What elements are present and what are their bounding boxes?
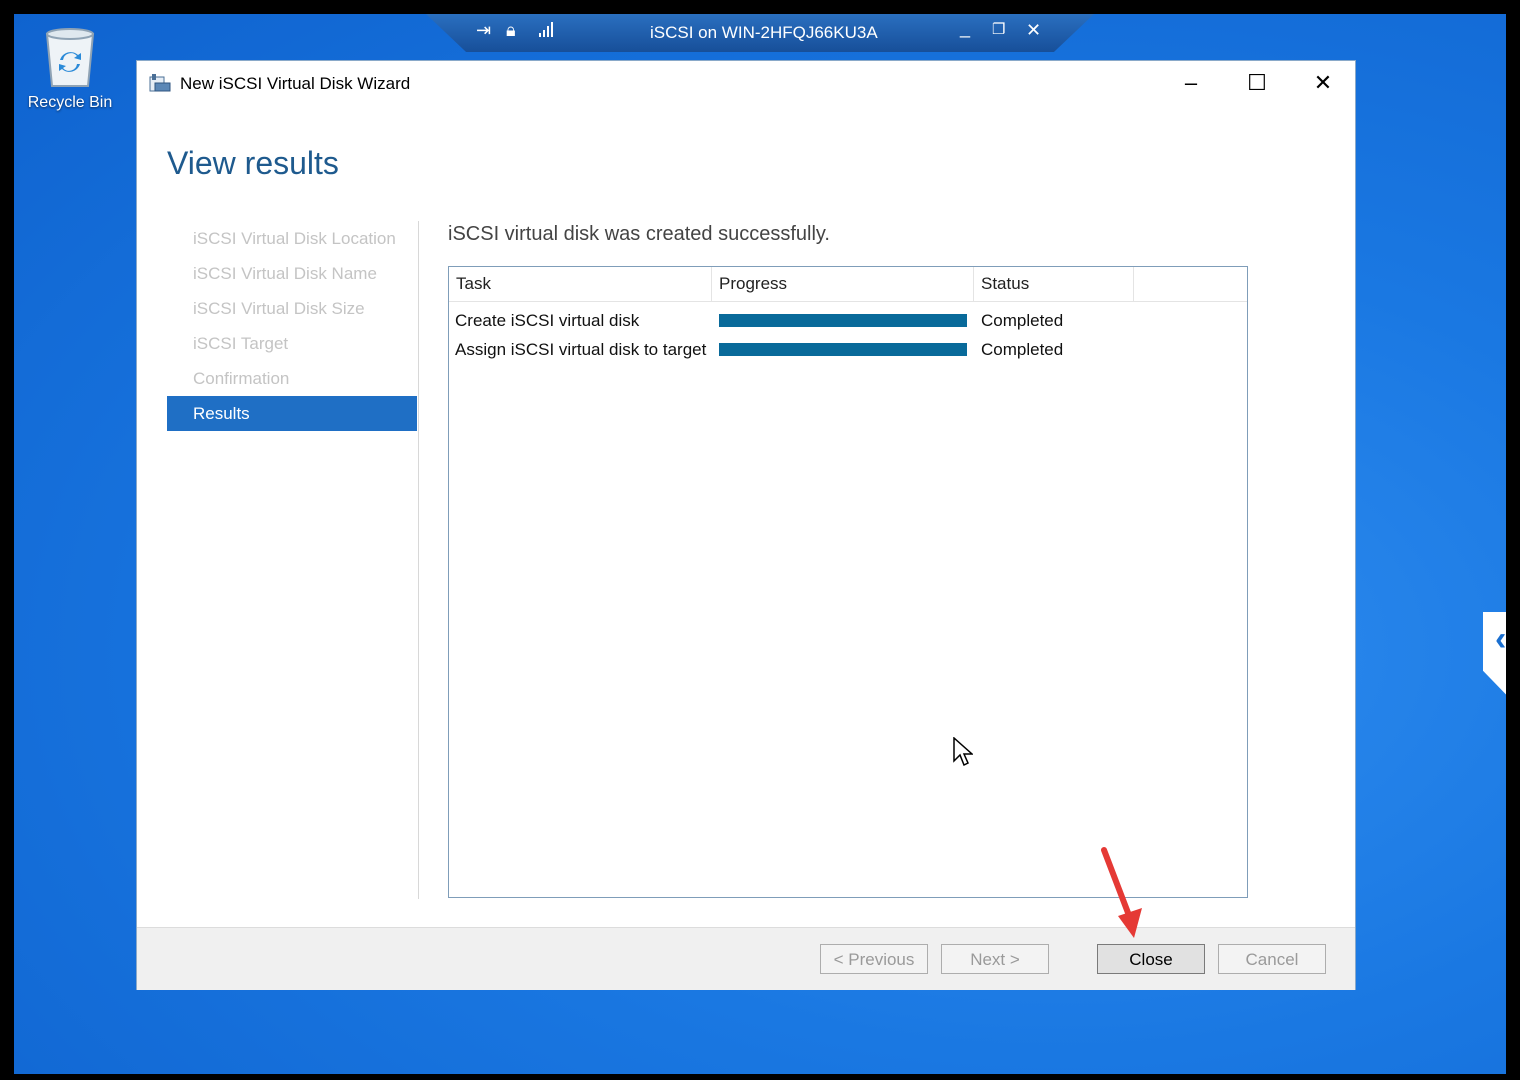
progress-fill <box>719 314 967 327</box>
close-icon[interactable]: ✕ <box>1026 20 1041 41</box>
annotation-arrow-icon <box>1101 847 1142 938</box>
wizard-window: New iSCSI Virtual Disk Wizard – ☐ ✕ View… <box>136 60 1356 990</box>
step-confirmation: Confirmation <box>193 369 290 388</box>
step-name: iSCSI Virtual Disk Name <box>193 264 377 283</box>
lock-icon: 🔒︎ <box>506 20 516 40</box>
result-message: iSCSI virtual disk was created successfu… <box>448 223 830 245</box>
table-row[interactable]: Create iSCSI virtual disk Completed <box>449 306 1247 335</box>
progress-bar <box>719 343 967 356</box>
page-title: View results <box>167 145 339 181</box>
previous-button[interactable]: < Previous <box>820 944 928 974</box>
column-header-progress[interactable]: Progress <box>712 267 974 301</box>
wizard-app-icon <box>149 73 171 98</box>
task-cell: Create iSCSI virtual disk <box>455 311 640 330</box>
recycle-bin-icon <box>45 28 95 87</box>
remote-connection-bar: ⇥ 🔒︎ iSCSI on WIN-2HFQJ66KU3A _ ❐ ✕ <box>426 14 1094 52</box>
task-cell: Assign iSCSI virtual disk to target <box>455 340 707 359</box>
column-header-status[interactable]: Status <box>974 267 1134 301</box>
pin-icon[interactable]: ⇥ <box>476 20 491 41</box>
progress-bar <box>719 314 967 327</box>
step-results: Results <box>167 396 417 431</box>
window-title: New iSCSI Virtual Disk Wizard <box>180 74 411 93</box>
recycle-bin-shortcut[interactable]: Recycle Bin <box>14 26 126 112</box>
column-header-task[interactable]: Task <box>449 267 712 301</box>
title-bar: New iSCSI Virtual Disk Wizard – ☐ ✕ <box>137 61 1355 105</box>
wizard-steps: iSCSI Virtual Disk Location iSCSI Virtua… <box>167 221 417 431</box>
remote-session-title: iSCSI on WIN-2HFQJ66KU3A <box>650 23 878 42</box>
table-row[interactable]: Assign iSCSI virtual disk to target Comp… <box>449 335 1247 364</box>
side-panel-handle[interactable]: ‹ <box>1483 612 1506 710</box>
results-table: Task Progress Status Create iSCSI virtua… <box>448 266 1248 898</box>
progress-fill <box>719 343 967 356</box>
status-cell: Completed <box>981 311 1064 330</box>
restore-icon[interactable]: ❐ <box>992 20 1005 38</box>
signal-strength-icon[interactable] <box>538 20 556 43</box>
recycle-bin-label: Recycle Bin <box>27 94 113 111</box>
wizard-footer: < Previous Next > Close Cancel <box>137 927 1355 990</box>
step-size: iSCSI Virtual Disk Size <box>193 299 365 318</box>
close-icon[interactable]: ✕ <box>1300 67 1346 99</box>
table-header: Task Progress Status <box>449 267 1247 302</box>
step-target: iSCSI Target <box>193 334 289 353</box>
step-location: iSCSI Virtual Disk Location <box>193 229 396 248</box>
cancel-button[interactable]: Cancel <box>1218 944 1326 974</box>
minimize-icon[interactable]: _ <box>960 18 970 39</box>
status-cell: Completed <box>981 340 1064 359</box>
mouse-cursor-icon <box>953 737 973 767</box>
next-button[interactable]: Next > <box>941 944 1049 974</box>
steps-divider <box>418 221 419 899</box>
maximize-icon[interactable]: ☐ <box>1234 67 1280 99</box>
minimize-icon[interactable]: – <box>1168 67 1214 99</box>
chevron-left-icon: ‹ <box>1495 620 1506 658</box>
close-button[interactable]: Close <box>1097 944 1205 974</box>
